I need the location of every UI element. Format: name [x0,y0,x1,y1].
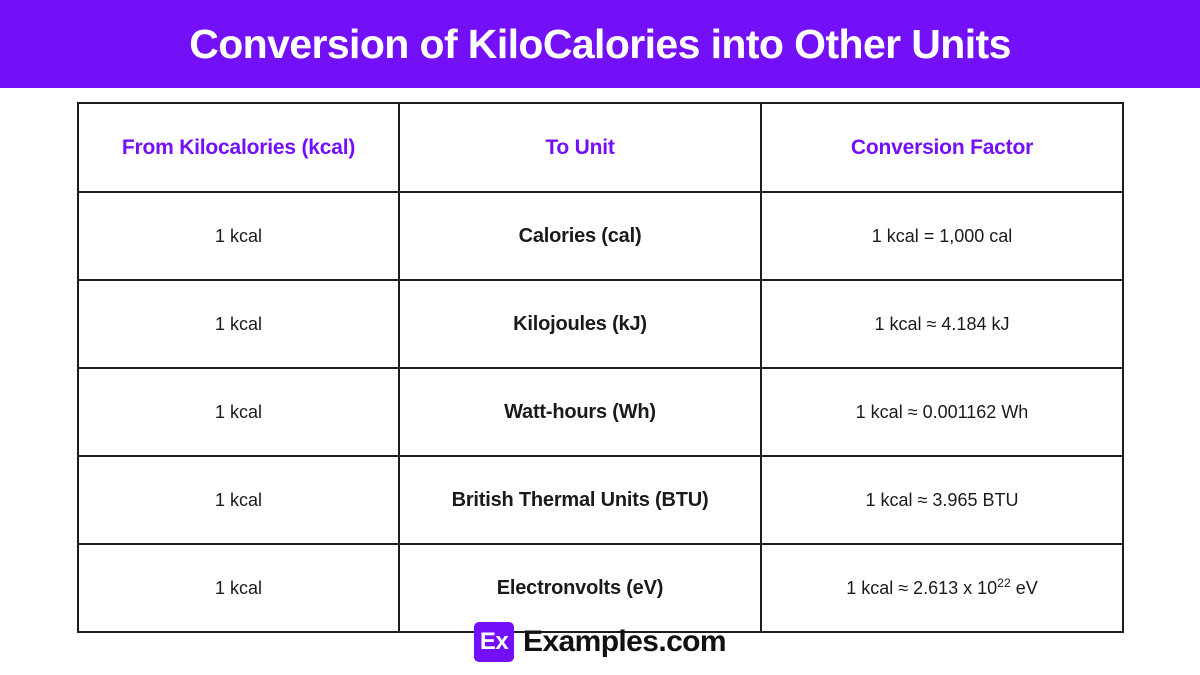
table-body: 1 kcal Calories (cal) 1 kcal = 1,000 cal… [77,191,1124,633]
examples-logo-icon: Ex [474,622,515,662]
cell-factor: 1 kcal ≈ 2.613 x 1022 eV [760,543,1124,633]
cell-unit: Watt-hours (Wh) [398,367,762,457]
conversion-table: From Kilocalories (kcal) To Unit Convers… [77,102,1124,633]
table-row: 1 kcal Watt-hours (Wh) 1 kcal ≈ 0.001162… [77,367,1124,457]
column-header-to-unit: To Unit [398,102,762,193]
title-banner: Conversion of KiloCalories into Other Un… [0,0,1200,88]
cell-unit: Kilojoules (kJ) [398,279,762,369]
page-title: Conversion of KiloCalories into Other Un… [189,20,1011,67]
cell-factor: 1 kcal = 1,000 cal [760,191,1124,281]
column-header-from: From Kilocalories (kcal) [77,102,400,193]
table-row: 1 kcal Kilojoules (kJ) 1 kcal ≈ 4.184 kJ [77,279,1124,369]
factor-exponent: 22 [997,575,1011,590]
footer-branding: Ex Examples.com [0,622,1200,662]
factor-text: 1 kcal ≈ 3.965 BTU [865,489,1019,510]
cell-unit: Electronvolts (eV) [398,543,762,633]
column-header-conversion-factor: Conversion Factor [760,102,1124,193]
cell-from: 1 kcal [77,279,400,369]
factor-text: 1 kcal ≈ 2.613 x 10 [846,577,998,598]
table-header: From Kilocalories (kcal) To Unit Convers… [77,102,1124,193]
cell-from: 1 kcal [77,543,400,633]
cell-unit: Calories (cal) [398,191,762,281]
cell-unit: British Thermal Units (BTU) [398,455,762,545]
table-row: 1 kcal Calories (cal) 1 kcal = 1,000 cal [77,191,1124,281]
table-row: 1 kcal Electronvolts (eV) 1 kcal ≈ 2.613… [77,543,1124,633]
cell-from: 1 kcal [77,455,400,545]
cell-factor: 1 kcal ≈ 4.184 kJ [760,279,1124,369]
cell-factor: 1 kcal ≈ 0.001162 Wh [760,367,1124,457]
brand-name: Examples.com [523,625,727,658]
table-header-row: From Kilocalories (kcal) To Unit Convers… [77,102,1124,193]
factor-text: 1 kcal = 1,000 cal [871,225,1013,246]
cell-from: 1 kcal [77,367,400,457]
cell-factor: 1 kcal ≈ 3.965 BTU [760,455,1124,545]
table-row: 1 kcal British Thermal Units (BTU) 1 kca… [77,455,1124,545]
cell-from: 1 kcal [77,191,400,281]
factor-text: 1 kcal ≈ 0.001162 Wh [855,401,1029,422]
factor-suffix: eV [1010,577,1038,598]
infographic-page: Conversion of KiloCalories into Other Un… [0,0,1200,675]
factor-text: 1 kcal ≈ 4.184 kJ [874,313,1010,334]
conversion-table-container: From Kilocalories (kcal) To Unit Convers… [77,102,1124,633]
